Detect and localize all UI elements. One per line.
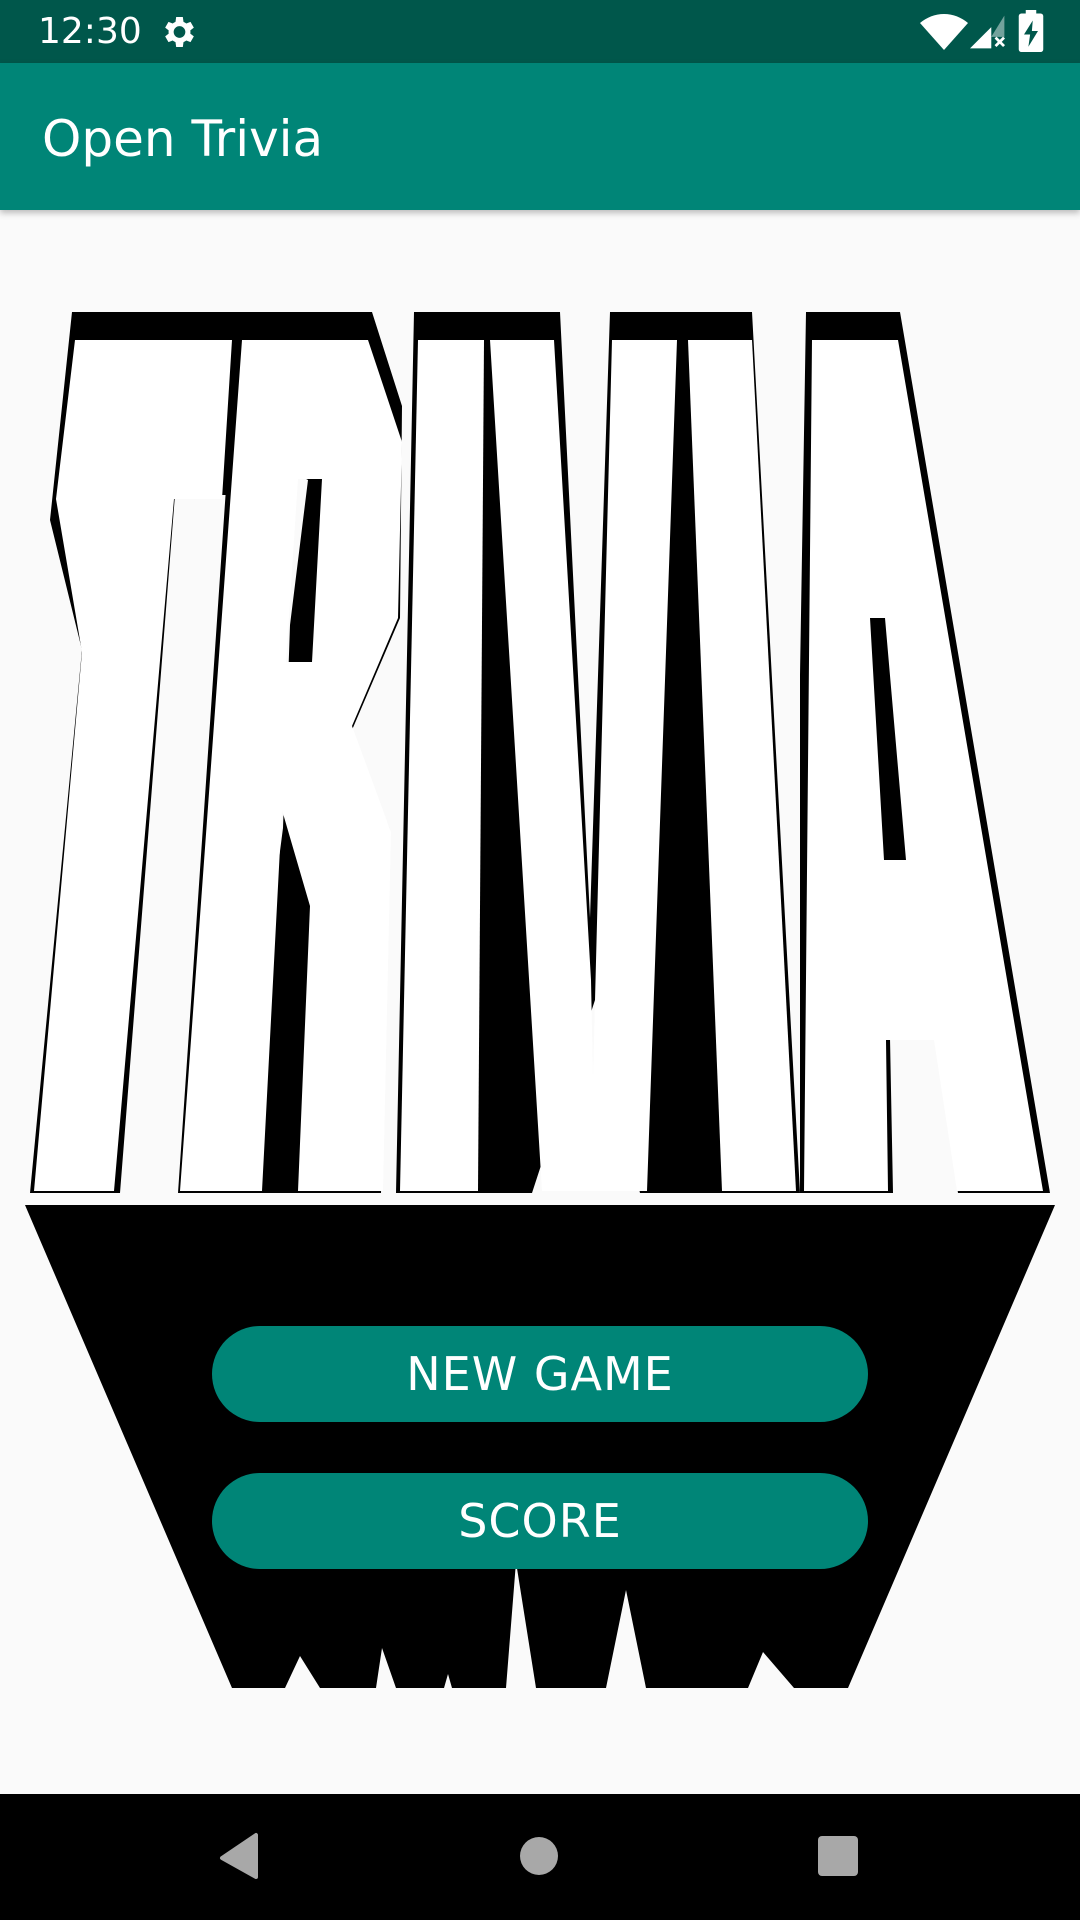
status-bar: 12:30: [0, 0, 1080, 63]
navigation-bar: [0, 1794, 1080, 1920]
signal-icon: [970, 15, 1006, 49]
status-time: 12:30: [38, 11, 142, 52]
app-title: Open Trivia: [42, 110, 324, 168]
back-icon[interactable]: [216, 1831, 260, 1881]
wifi-icon: [920, 14, 968, 50]
score-button[interactable]: SCORE: [212, 1473, 868, 1569]
battery-icon: [1018, 10, 1044, 52]
home-icon[interactable]: [519, 1836, 559, 1876]
gear-icon: [165, 17, 194, 47]
new-game-button[interactable]: NEW GAME: [212, 1326, 868, 1422]
app-bar: Open Trivia: [0, 63, 1080, 210]
recent-apps-icon[interactable]: [818, 1836, 858, 1876]
